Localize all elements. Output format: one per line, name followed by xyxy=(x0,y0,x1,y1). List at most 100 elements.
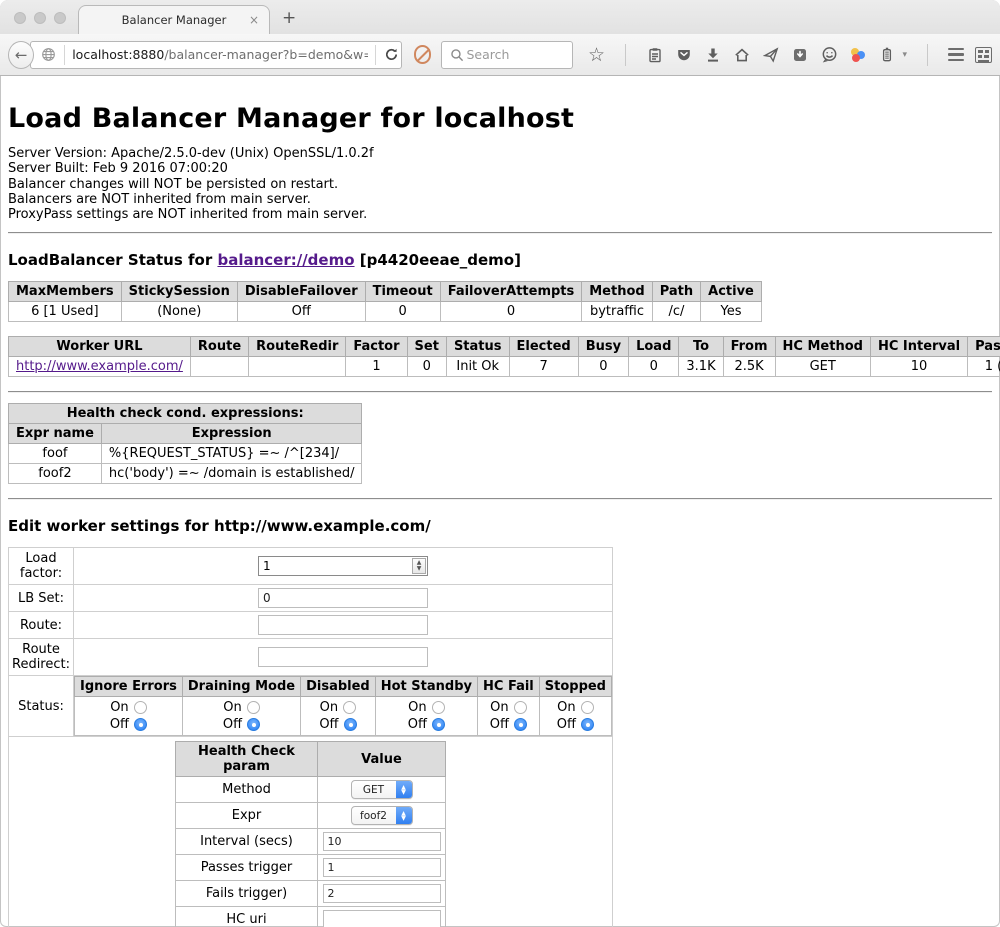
fails-trigger-input[interactable] xyxy=(323,884,441,903)
downloads-icon[interactable] xyxy=(704,46,722,64)
zoom-window-button[interactable] xyxy=(54,12,66,24)
draining-mode-on-radio[interactable] xyxy=(247,701,260,714)
chat-smiley-icon[interactable] xyxy=(820,46,838,64)
urlbar-divider xyxy=(64,45,65,65)
cell-failoverattempts: 0 xyxy=(440,302,582,322)
param-row-interval: Interval (secs) xyxy=(176,829,446,855)
hc-uri-label: HC uri xyxy=(176,907,318,927)
server-info: Server Version: Apache/2.5.0-dev (Unix) … xyxy=(8,146,992,222)
form-row-lb-set: LB Set: xyxy=(9,585,613,612)
home-icon[interactable] xyxy=(733,46,751,64)
load-factor-input[interactable]: 1 ▲▼ xyxy=(258,556,428,576)
chevron-down-icon[interactable]: ▾ xyxy=(902,50,907,60)
off-label: Off xyxy=(223,716,242,733)
hot-standby-radios: On Off xyxy=(375,697,477,736)
col-factor: Factor xyxy=(346,337,407,357)
expr-select[interactable]: foof2 ▲▼ xyxy=(351,806,413,825)
stopped-on-radio[interactable] xyxy=(581,701,594,714)
send-tab-icon[interactable] xyxy=(762,46,780,64)
interval-input[interactable] xyxy=(323,832,441,851)
param-row-method: Method GET ▲▼ xyxy=(176,777,446,803)
hc-uri-input[interactable] xyxy=(323,910,441,927)
bookmark-star-icon[interactable]: ☆ xyxy=(587,46,605,64)
minimize-window-button[interactable] xyxy=(34,12,46,24)
col-status: Status xyxy=(446,337,509,357)
balancer-demo-link[interactable]: balancer://demo xyxy=(217,251,354,269)
col-disabled: Disabled xyxy=(301,677,376,697)
back-button[interactable]: ← xyxy=(8,41,34,69)
draining-mode-off-radio[interactable] xyxy=(247,718,260,731)
ignore-errors-off-radio[interactable] xyxy=(134,718,147,731)
tiles-icon[interactable] xyxy=(975,47,992,63)
param-row-passes: Passes trigger xyxy=(176,855,446,881)
persist-note-line: Balancer changes will NOT be persisted o… xyxy=(8,177,992,192)
disabled-on-radio[interactable] xyxy=(343,701,356,714)
col-failoverattempts: FailoverAttempts xyxy=(440,282,582,302)
col-path: Path xyxy=(652,282,700,302)
col-method: Method xyxy=(582,282,652,302)
col-busy: Busy xyxy=(578,337,628,357)
tab-close-icon[interactable]: × xyxy=(249,13,259,27)
cell-status: Init Ok xyxy=(446,357,509,377)
status-radio-row: On Off On Off On Off xyxy=(75,697,612,736)
method-select[interactable]: GET ▲▼ xyxy=(351,780,413,799)
on-label: On xyxy=(408,699,426,716)
hc-fail-on-radio[interactable] xyxy=(514,701,527,714)
cell-route xyxy=(190,357,248,377)
passes-trigger-input[interactable] xyxy=(323,858,441,877)
navigation-toolbar: ← localhost:8880/balancer-manager?b=demo… xyxy=(0,34,1000,76)
window-controls[interactable] xyxy=(14,12,66,24)
hc-fail-off-radio[interactable] xyxy=(514,718,527,731)
hot-standby-off-radio[interactable] xyxy=(432,718,445,731)
table-title-row: Health check cond. expressions: xyxy=(9,404,362,424)
url-input[interactable]: localhost:8880/balancer-manager?b=demo&w… xyxy=(72,47,367,62)
table-row: foof2 hc('body') =~ /domain is establish… xyxy=(9,464,362,484)
expr-selected-value: foof2 xyxy=(352,810,396,822)
hot-standby-on-radio[interactable] xyxy=(432,701,445,714)
new-tab-button[interactable]: + xyxy=(282,10,296,27)
toolbar-separator-2 xyxy=(927,44,928,66)
lb-set-input[interactable] xyxy=(258,588,428,608)
cell-set: 0 xyxy=(407,357,446,377)
url-bar[interactable]: localhost:8880/balancer-manager?b=demo&w… xyxy=(30,41,401,69)
route-redirect-input[interactable] xyxy=(258,647,428,667)
select-arrows-icon: ▲▼ xyxy=(396,780,412,799)
color-dots-icon[interactable] xyxy=(849,46,867,64)
hamburger-menu-icon[interactable] xyxy=(948,48,964,62)
cell-expr-name: foof2 xyxy=(9,464,102,484)
content-blocker-icon[interactable] xyxy=(414,45,432,64)
search-icon xyxy=(448,46,466,64)
param-row-fails: Fails trigger) xyxy=(176,881,446,907)
cell-method: bytraffic xyxy=(582,302,652,322)
cell-disablefailover: Off xyxy=(237,302,365,322)
tab-balancer-manager[interactable]: Balancer Manager × xyxy=(78,5,270,34)
expr-label: Expr xyxy=(176,803,318,829)
disabled-off-radio[interactable] xyxy=(344,718,357,731)
close-window-button[interactable] xyxy=(14,12,26,24)
worker-url-link[interactable]: http://www.example.com/ xyxy=(16,359,183,374)
reload-icon[interactable] xyxy=(383,46,401,64)
edit-worker-heading: Edit worker settings for http://www.exam… xyxy=(8,517,992,535)
route-input[interactable] xyxy=(258,615,428,635)
cell-stickysession: (None) xyxy=(121,302,237,322)
save-to-device-icon[interactable] xyxy=(791,46,809,64)
off-label: Off xyxy=(557,716,576,733)
ignore-errors-on-radio[interactable] xyxy=(134,701,147,714)
search-bar[interactable] xyxy=(441,41,573,69)
on-label: On xyxy=(490,699,508,716)
cell-factor: 1 xyxy=(346,357,407,377)
pocket-icon[interactable] xyxy=(675,46,693,64)
col-value: Value xyxy=(318,742,446,777)
number-spinner-icon[interactable]: ▲▼ xyxy=(412,558,426,574)
off-label: Off xyxy=(408,716,427,733)
draining-mode-radios: On Off xyxy=(182,697,300,736)
clipboard-icon[interactable] xyxy=(646,46,664,64)
battery-icon[interactable] xyxy=(878,46,896,64)
stopped-off-radio[interactable] xyxy=(581,718,594,731)
table-header-row: MaxMembers StickySession DisableFailover… xyxy=(9,282,762,302)
col-expr-name: Expr name xyxy=(9,424,102,444)
url-path: /balancer-manager?b=demo&w=http://www.ex… xyxy=(164,47,367,62)
cell-timeout: 0 xyxy=(365,302,440,322)
search-input[interactable] xyxy=(466,47,566,62)
param-row-hc-uri: HC uri xyxy=(176,907,446,927)
